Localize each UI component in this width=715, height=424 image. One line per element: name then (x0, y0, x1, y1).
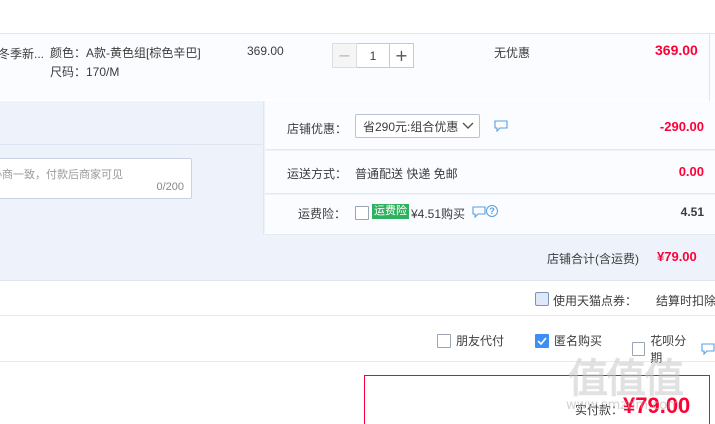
quantity-minus-button[interactable]: − (332, 43, 357, 68)
item-total-price: 369.00 (655, 42, 698, 58)
chat-icon[interactable] (701, 343, 715, 356)
friend-pay-option[interactable]: 朋友代付 (437, 332, 504, 349)
shipping-amount: 0.00 (678, 164, 704, 179)
message-char-count: 0/200 (156, 181, 184, 193)
shop-discount-select[interactable]: 省290元:组合优惠 (355, 114, 480, 138)
column-divider (709, 34, 710, 101)
insurance-amount: 4.51 (680, 205, 704, 219)
tmall-points-label: 使用天猫点券： (553, 294, 638, 308)
tmall-points-checkbox[interactable] (535, 292, 549, 306)
insurance-checkbox[interactable] (355, 206, 369, 220)
chevron-down-icon (460, 118, 476, 134)
friend-pay-checkbox[interactable] (437, 333, 451, 348)
check-icon (537, 336, 547, 345)
shop-subtotal-amount: ¥79.00 (657, 249, 697, 264)
watermark-logo: 值值值 (568, 356, 684, 402)
shop-options-pane: 店铺优惠： 省290元:组合优惠 -290.00 运送方式： 普通配送 快递 免… (265, 101, 715, 235)
unit-price: 369.00 (247, 44, 284, 58)
buyer-message-textarea[interactable]: 协商一致，付款后商家可见 0/200 (0, 158, 192, 199)
insurance-label: 运费险： (298, 207, 347, 221)
shop-subtotal-row: 店铺合计(含运费) ¥79.00 (0, 235, 715, 281)
shop-discount-amount: -290.00 (659, 119, 704, 134)
item-sku-info: 颜色：A款-黄色组[棕色辛巴] 尺码：170/M (50, 44, 201, 82)
insurance-price: ¥4.51购买 (411, 207, 466, 221)
shop-summary-block: 协商一致，付款后商家可见 0/200 店铺优惠： 省290元:组合优惠 -290… (0, 101, 715, 235)
tmall-points-row: 使用天猫点券： 结算时扣除 (0, 282, 715, 316)
divider (0, 144, 264, 145)
buyer-message-pane: 协商一致，付款后商家可见 0/200 (0, 101, 264, 235)
help-icon[interactable]: ? (486, 205, 498, 217)
shipping-method: 普通配送 快递 免邮 (355, 167, 458, 181)
quantity-input[interactable] (357, 43, 389, 68)
chat-icon[interactable] (494, 120, 508, 133)
chat-icon[interactable] (472, 206, 486, 219)
watermark-site: www.smzdm.com (566, 398, 680, 413)
shipping-insurance-row: 运费险： 运费险 ¥4.51购买 ? 4.51 (265, 195, 715, 235)
friend-pay-label: 朋友代付 (456, 334, 505, 348)
shipping-label: 运送方式： (287, 167, 348, 181)
quantity-plus-button[interactable]: + (389, 43, 414, 68)
shop-discount-row: 店铺优惠： 省290元:组合优惠 -290.00 (265, 101, 715, 150)
item-title[interactable]: 冬季新... (0, 45, 44, 62)
shop-discount-value: 省290元:组合优惠 (363, 119, 459, 134)
shipping-row: 运送方式： 普通配送 快递 免邮 0.00 (265, 151, 715, 194)
item-promo: 无优惠 (494, 46, 531, 60)
anonymous-checkbox[interactable] (535, 333, 549, 348)
sku-size: 尺码：170/M (50, 65, 120, 79)
sku-color: 颜色：A款-黄色组[棕色辛巴] (50, 46, 201, 60)
shop-discount-label: 店铺优惠： (287, 122, 348, 136)
insurance-badge: 运费险 (372, 204, 409, 219)
order-item-row: 冬季新... 颜色：A款-黄色组[棕色辛巴] 尺码：170/M 369.00 −… (0, 33, 715, 101)
message-placeholder: 协商一致，付款后商家可见 (0, 169, 123, 181)
tmall-points-note: 结算时扣除 (656, 294, 715, 308)
shop-subtotal-label: 店铺合计(含运费) (547, 252, 639, 266)
quantity-stepper: − + (332, 43, 414, 68)
